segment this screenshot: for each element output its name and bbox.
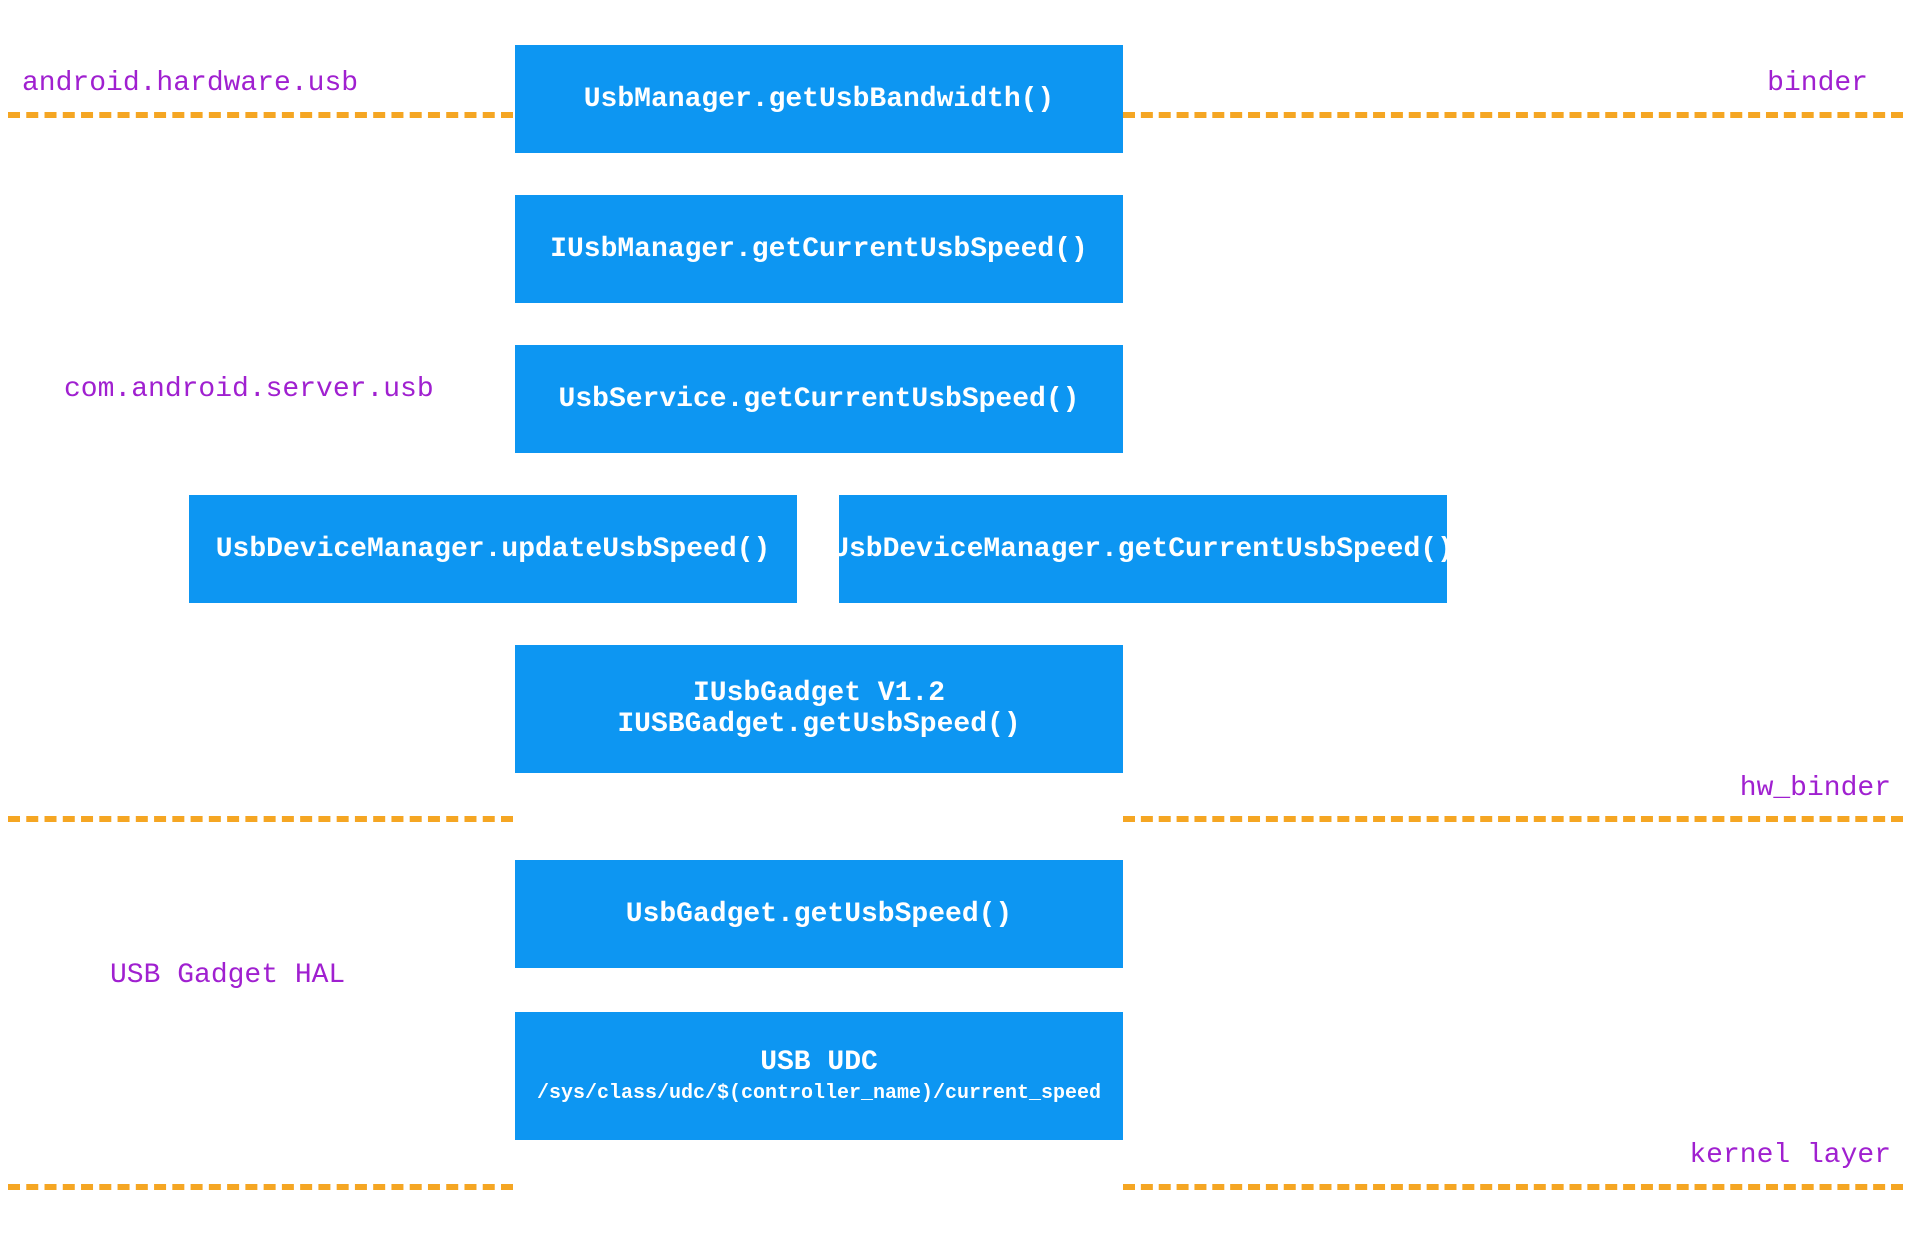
box-usbudc: USB UDC /sys/class/udc/$(controller_name… bbox=[515, 1012, 1123, 1140]
label-com-android-server-usb: com.android.server.usb bbox=[64, 374, 434, 405]
dashed-line-hwbinder-right bbox=[1123, 816, 1903, 822]
dashed-line-binder-left bbox=[8, 112, 513, 118]
text-iusbgadget-method: IUSBGadget.getUsbSpeed() bbox=[617, 709, 1020, 740]
label-binder: binder bbox=[1767, 68, 1868, 99]
dashed-line-kernel-right bbox=[1123, 1184, 1903, 1190]
text-usbudc-title: USB UDC bbox=[760, 1047, 878, 1078]
box-iusbgadget: IUsbGadget V1.2 IUSBGadget.getUsbSpeed() bbox=[515, 645, 1123, 773]
dashed-line-hwbinder-left bbox=[8, 816, 513, 822]
label-hw-binder: hw_binder bbox=[1740, 773, 1891, 804]
text-usbservice: UsbService.getCurrentUsbSpeed() bbox=[559, 384, 1080, 415]
text-usbdevicemanager-get: UsbDeviceManager.getCurrentUsbSpeed() bbox=[832, 534, 1454, 565]
text-usbdevicemanager-update: UsbDeviceManager.updateUsbSpeed() bbox=[216, 534, 771, 565]
box-usbmanager: UsbManager.getUsbBandwidth() bbox=[515, 45, 1123, 153]
label-usb-gadget-hal: USB Gadget HAL bbox=[110, 960, 345, 991]
text-iusbmanager: IUsbManager.getCurrentUsbSpeed() bbox=[550, 234, 1088, 265]
dashed-line-kernel-left bbox=[8, 1184, 513, 1190]
text-iusbgadget-title: IUsbGadget V1.2 bbox=[693, 678, 945, 709]
box-usbgadget: UsbGadget.getUsbSpeed() bbox=[515, 860, 1123, 968]
text-usbudc-path: /sys/class/udc/$(controller_name)/curren… bbox=[537, 1082, 1101, 1105]
label-kernel-layer: kernel layer bbox=[1689, 1140, 1891, 1171]
box-usbdevicemanager-update: UsbDeviceManager.updateUsbSpeed() bbox=[189, 495, 797, 603]
text-usbmanager: UsbManager.getUsbBandwidth() bbox=[584, 84, 1054, 115]
text-usbgadget: UsbGadget.getUsbSpeed() bbox=[626, 899, 1012, 930]
box-usbdevicemanager-get: UsbDeviceManager.getCurrentUsbSpeed() bbox=[839, 495, 1447, 603]
box-iusbmanager: IUsbManager.getCurrentUsbSpeed() bbox=[515, 195, 1123, 303]
dashed-line-binder-right bbox=[1123, 112, 1903, 118]
box-usbservice: UsbService.getCurrentUsbSpeed() bbox=[515, 345, 1123, 453]
label-android-hardware-usb: android.hardware.usb bbox=[22, 68, 358, 99]
